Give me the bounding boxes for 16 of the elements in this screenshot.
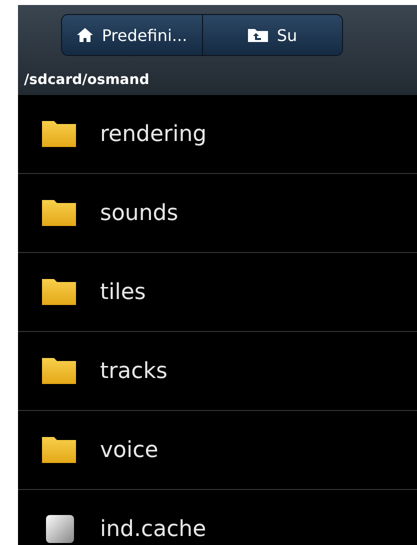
folder-name[interactable]: rendering — [100, 122, 207, 146]
folder-icon — [40, 435, 78, 465]
file-name[interactable]: ind.cache — [100, 516, 206, 542]
folder-name[interactable]: tracks — [100, 358, 168, 384]
folder-icon — [40, 198, 78, 228]
up-button[interactable]: Su — [202, 15, 342, 55]
home-icon — [76, 27, 94, 43]
folder-name[interactable]: tiles — [100, 280, 146, 304]
home-button[interactable]: Predefini... — [62, 15, 202, 55]
folder-icon — [40, 356, 78, 386]
folder-icon — [40, 277, 78, 307]
current-path: /sdcard/osmand — [18, 65, 417, 95]
folder-up-icon — [246, 27, 269, 43]
folder-name[interactable]: voice — [100, 438, 158, 462]
folder-name[interactable]: sounds — [100, 200, 178, 226]
folder-icon — [40, 119, 78, 149]
